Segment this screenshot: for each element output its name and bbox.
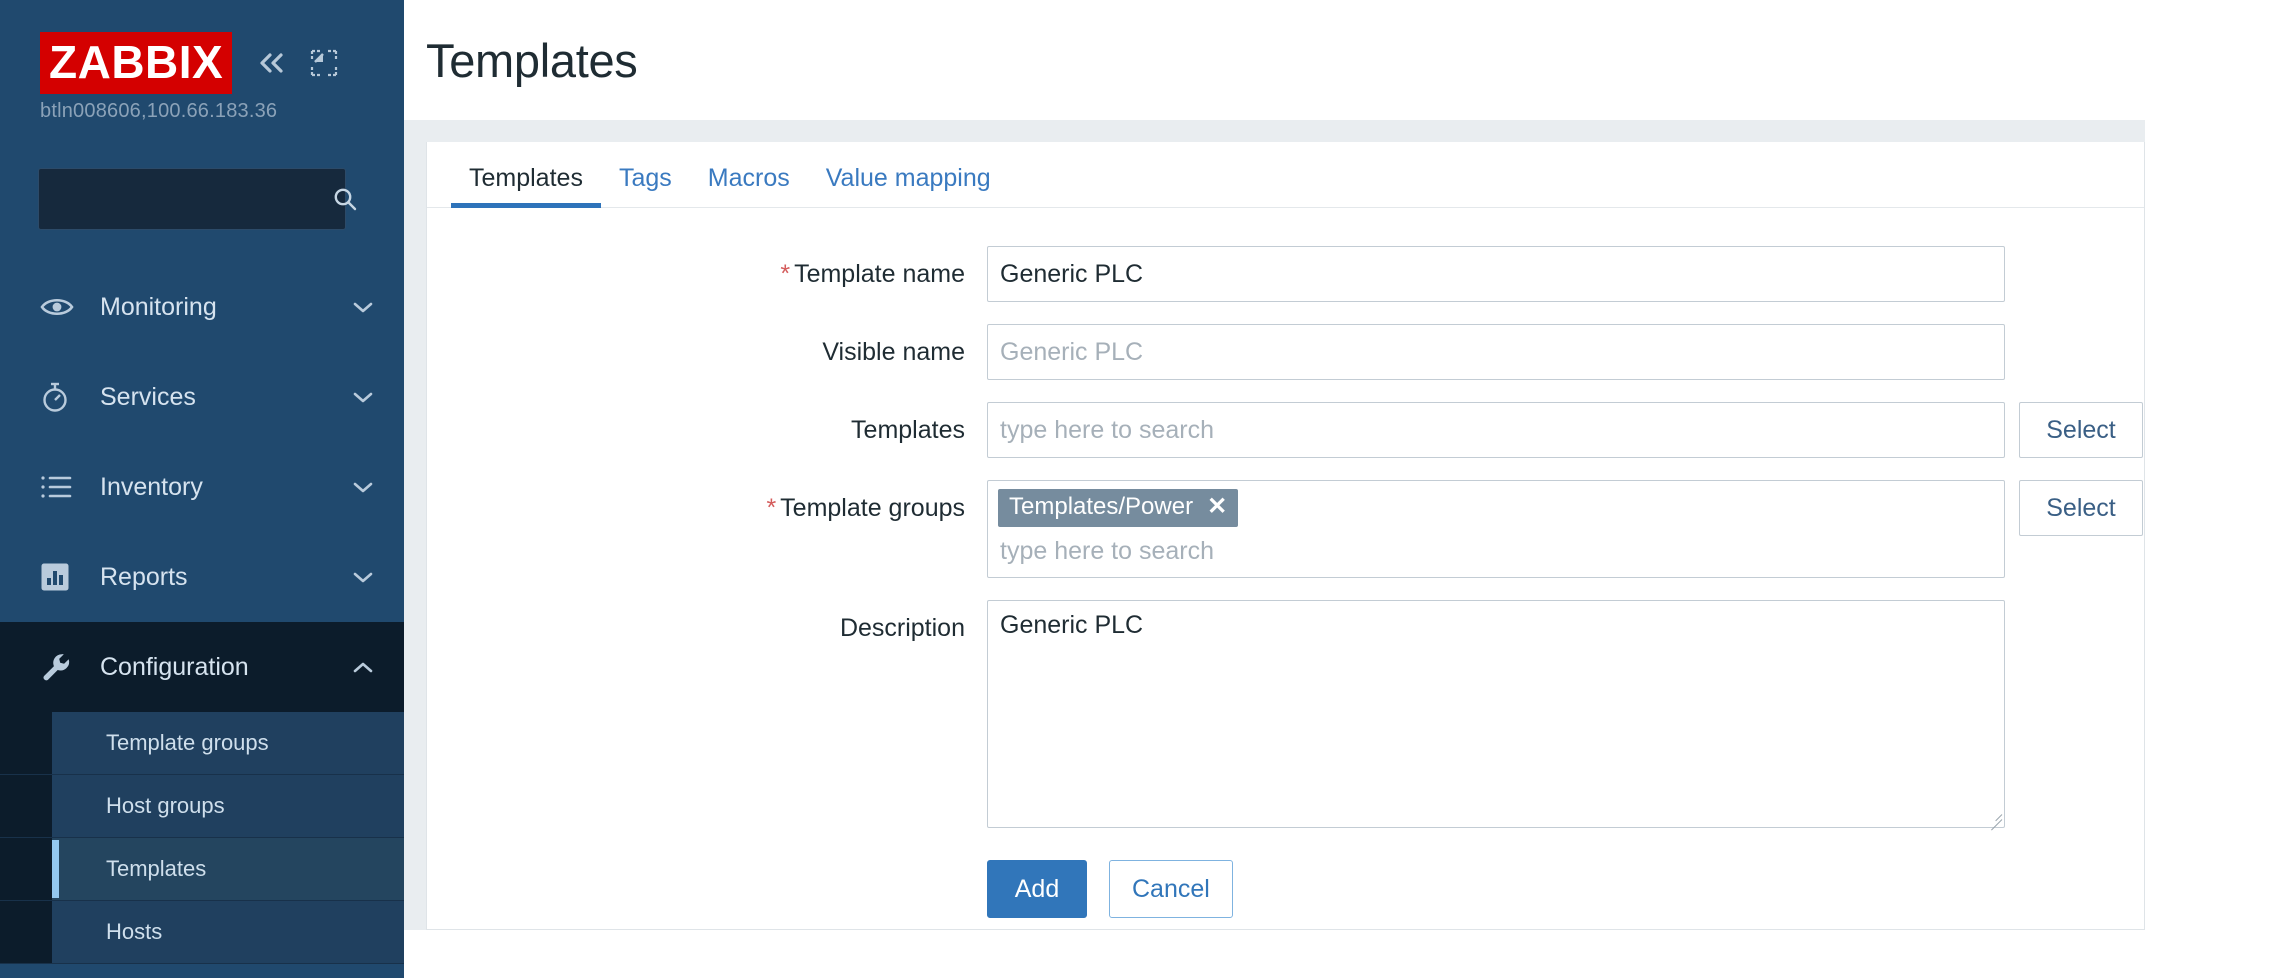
template-group-chip: Templates/Power ✕ [998, 489, 1239, 528]
page-body: Templates Tags Macros Value mapping * Tem… [404, 120, 2145, 930]
zabbix-logo[interactable]: ZABBIX [40, 32, 233, 94]
sidebar-item-services[interactable]: Services [0, 352, 404, 442]
sidebar-item-label: Reports [100, 562, 188, 591]
wrench-icon [40, 651, 86, 683]
chevron-down-icon[interactable] [352, 300, 374, 314]
label-description: Description [839, 614, 965, 642]
sidebar-subitem-label: Templates [106, 856, 207, 881]
app-root: ZABBIX btln008606,100.66.183.36 Monitori… [0, 0, 2276, 978]
sidebar-item-label: Inventory [100, 472, 203, 501]
sidebar-item-label: Monitoring [100, 292, 217, 321]
sidebar-item-inventory[interactable]: Inventory [0, 442, 404, 532]
label-template-groups: * Template groups [427, 480, 987, 536]
form-actions: Add Cancel [987, 850, 2144, 918]
bar-chart-icon [40, 562, 86, 592]
sidebar-header: ZABBIX [40, 32, 338, 94]
template-form-card: Templates Tags Macros Value mapping * Tem… [426, 142, 2145, 930]
tab-tags[interactable]: Tags [601, 164, 690, 207]
search-input[interactable] [39, 187, 332, 211]
eye-icon [40, 294, 86, 320]
tab-templates[interactable]: Templates [451, 164, 601, 208]
sidebar-subitem-label: Hosts [106, 919, 163, 944]
label-templates: Templates [851, 416, 965, 444]
list-icon [40, 474, 86, 500]
tab-macros[interactable]: Macros [690, 164, 808, 207]
sidebar: ZABBIX btln008606,100.66.183.36 Monitori… [0, 0, 404, 978]
main-content: Templates Templates Tags Macros Value ma… [404, 0, 2276, 978]
chevron-double-left-icon[interactable] [254, 48, 288, 78]
label-text: Template groups [780, 494, 965, 522]
sidebar-item-hosts[interactable]: Hosts [0, 901, 404, 964]
label-template-name: * Template name [427, 246, 987, 302]
sidebar-item-label: Configuration [100, 652, 249, 681]
sidebar-subitem-label: Host groups [106, 793, 225, 818]
template-groups-select-button[interactable]: Select [2019, 480, 2143, 536]
sidebar-nav: Monitoring Services Inventory Reports Co… [0, 262, 404, 964]
sidebar-item-templates[interactable]: Templates [0, 838, 404, 901]
stopwatch-icon [40, 381, 86, 413]
search-icon[interactable] [332, 186, 376, 212]
chevron-up-icon[interactable] [352, 660, 374, 674]
sidebar-subitem-label: Template groups [106, 730, 269, 755]
form-row-description: Description Generic PLC [427, 600, 2144, 831]
sidebar-submenu-configuration: Template groups Host groups Templates Ho… [0, 712, 404, 964]
form-row-templates: Templates Select [427, 402, 2144, 458]
close-icon[interactable]: ✕ [1207, 495, 1227, 519]
sidebar-search[interactable] [38, 168, 357, 230]
sidebar-item-label: Services [100, 382, 196, 411]
visible-name-input[interactable] [987, 324, 2005, 380]
sidebar-item-template-groups[interactable]: Template groups [0, 712, 404, 775]
tab-bar: Templates Tags Macros Value mapping [427, 142, 2144, 208]
page-title: Templates [426, 33, 638, 87]
form-row-visible-name: Visible name [427, 324, 2144, 380]
template-groups-search-input[interactable] [998, 535, 1994, 569]
chip-label: Templates/Power [1009, 493, 1194, 520]
chevron-down-icon[interactable] [352, 480, 374, 494]
add-button[interactable]: Add [987, 860, 1087, 918]
tab-value-mapping[interactable]: Value mapping [808, 164, 1009, 207]
sidebar-item-reports[interactable]: Reports [0, 532, 404, 622]
templates-select-button[interactable]: Select [2019, 402, 2143, 458]
template-form: *Template name Visible name [427, 208, 2144, 918]
description-textarea[interactable]: Generic PLC [987, 600, 2005, 828]
page-header: Templates [404, 0, 2276, 120]
required-marker: * [780, 260, 791, 288]
form-row-template-groups: *Template groups Templates/Power ✕ Selec… [427, 480, 2144, 578]
chevron-down-icon[interactable] [352, 570, 374, 584]
cancel-button[interactable]: Cancel [1109, 860, 1233, 918]
template-name-input[interactable] [987, 246, 2005, 302]
sidebar-item-monitoring[interactable]: Monitoring [0, 262, 404, 352]
label-visible-name: Visible name [822, 338, 965, 366]
template-groups-multiselect[interactable]: Templates/Power ✕ [987, 480, 2005, 578]
compact-view-icon[interactable] [310, 49, 338, 77]
sidebar-item-host-groups[interactable]: Host groups [0, 775, 404, 838]
form-row-template-name: * Template name [427, 246, 2144, 302]
server-host-label: btln008606,100.66.183.36 [40, 100, 278, 122]
templates-search-input[interactable] [987, 402, 2005, 458]
chevron-down-icon[interactable] [352, 390, 374, 404]
required-marker: * [766, 494, 777, 522]
sidebar-item-configuration[interactable]: Configuration [0, 622, 404, 712]
label-text: Template name [794, 260, 965, 288]
